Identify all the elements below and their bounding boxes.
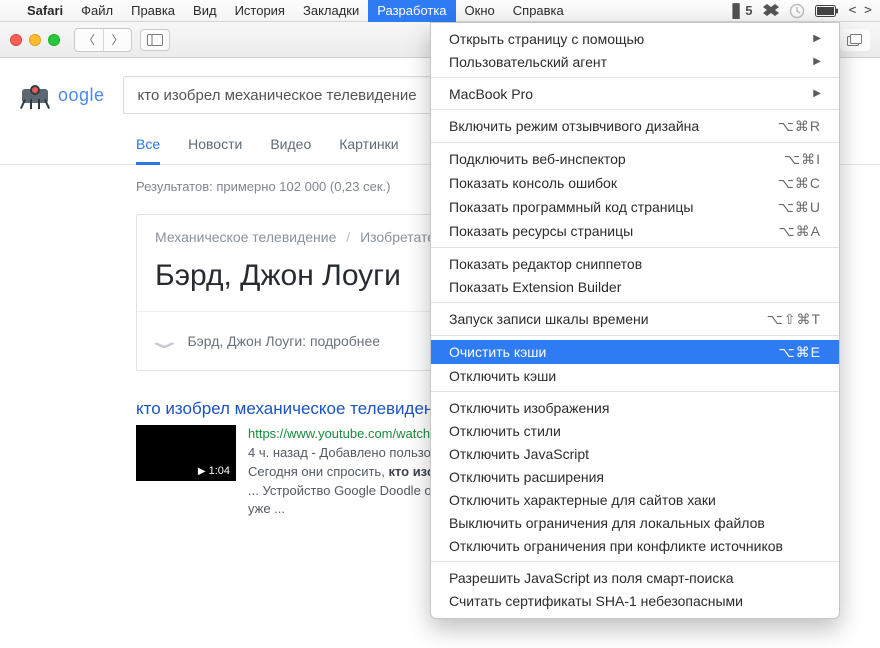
- menu-view[interactable]: Вид: [184, 0, 226, 22]
- time-machine-icon[interactable]: [789, 3, 805, 19]
- window-minimize-button[interactable]: [29, 34, 41, 46]
- tab-all[interactable]: Все: [136, 136, 160, 165]
- menu-shortcut: ⌥⌘R: [778, 118, 821, 135]
- menu-item[interactable]: Считать сертификаты SHA-1 небезопасными: [431, 589, 839, 612]
- submenu-arrow-icon: ▶: [813, 56, 821, 67]
- menu-shortcut: ⌥⌘I: [784, 151, 821, 168]
- develop-menu-dropdown: Открыть страницу с помощью▶Пользовательс…: [430, 22, 840, 619]
- menu-item[interactable]: Отключить расширения: [431, 465, 839, 488]
- menu-shortcut: ⌥⌘U: [778, 199, 821, 216]
- menu-item[interactable]: Подключить веб-инспектор⌥⌘I: [431, 147, 839, 171]
- window-close-button[interactable]: [10, 34, 22, 46]
- menu-item[interactable]: Отключить стили: [431, 419, 839, 442]
- menu-item[interactable]: Выключить ограничения для локальных файл…: [431, 511, 839, 534]
- sidebar-toggle-button[interactable]: [140, 29, 170, 51]
- tab-images[interactable]: Картинки: [339, 136, 398, 165]
- menu-item[interactable]: Включить режим отзывчивого дизайна⌥⌘R: [431, 114, 839, 138]
- adobe-status-icon[interactable]: ▐▌5: [728, 3, 753, 18]
- menu-item[interactable]: Очистить кэши⌥⌘E: [431, 340, 839, 364]
- menu-shortcut: ⌥⌘E: [779, 344, 821, 361]
- dropbox-icon[interactable]: [763, 4, 779, 18]
- menu-window[interactable]: Окно: [456, 0, 504, 22]
- tab-news[interactable]: Новости: [188, 136, 242, 165]
- menu-history[interactable]: История: [226, 0, 294, 22]
- doodle-camera-icon: [18, 81, 52, 109]
- breadcrumb-item[interactable]: Механическое телевидение: [155, 229, 336, 245]
- menu-item[interactable]: Показать ресурсы страницы⌥⌘A: [431, 219, 839, 243]
- menu-bookmarks[interactable]: Закладки: [294, 0, 368, 22]
- menu-item[interactable]: Открыть страницу с помощью▶: [431, 27, 839, 50]
- menu-item[interactable]: Разрешить JavaScript из поля смарт-поиск…: [431, 566, 839, 589]
- play-icon: ▶: [198, 466, 206, 477]
- menu-item[interactable]: Показать программный код страницы⌥⌘U: [431, 195, 839, 219]
- menu-item[interactable]: Отключить кэши: [431, 364, 839, 387]
- nav-forward-button[interactable]: 〉: [103, 29, 131, 51]
- code-icon[interactable]: < >: [849, 3, 872, 18]
- chevron-down-icon: ⌄: [144, 328, 185, 354]
- video-duration: 1:04: [209, 465, 230, 477]
- menu-item[interactable]: Запуск записи шкалы времени⌥⇧⌘T: [431, 307, 839, 331]
- menu-item[interactable]: Пользовательский агент▶: [431, 50, 839, 73]
- submenu-arrow-icon: ▶: [813, 88, 821, 99]
- menu-item[interactable]: Отключить JavaScript: [431, 442, 839, 465]
- menu-edit[interactable]: Правка: [122, 0, 184, 22]
- menu-shortcut: ⌥⌘A: [779, 223, 821, 240]
- menu-item[interactable]: Показать консоль ошибок⌥⌘C: [431, 171, 839, 195]
- result-title-link[interactable]: кто изобрел механическое телевидение: [136, 399, 452, 418]
- menu-help[interactable]: Справка: [504, 0, 573, 22]
- card-expand-label: Бэрд, Джон Лоуги: подробнее: [187, 333, 380, 349]
- menu-item[interactable]: Отключить характерные для сайтов хаки: [431, 488, 839, 511]
- breadcrumb-sep: /: [340, 229, 356, 245]
- menu-shortcut: ⌥⇧⌘T: [767, 311, 821, 328]
- battery-icon[interactable]: [815, 5, 839, 17]
- menu-item[interactable]: Показать редактор сниппетов: [431, 252, 839, 275]
- menu-app[interactable]: Safari: [18, 0, 72, 22]
- video-thumbnail[interactable]: ▶1:04: [136, 425, 236, 481]
- logo-text: oogle: [58, 85, 105, 106]
- menu-develop[interactable]: Разработка: [368, 0, 455, 22]
- window-controls: [10, 34, 60, 46]
- menu-item[interactable]: MacBook Pro▶: [431, 82, 839, 105]
- nav-back-forward: 〈 〉: [74, 28, 132, 52]
- nav-back-button[interactable]: 〈: [75, 29, 103, 51]
- window-zoom-button[interactable]: [48, 34, 60, 46]
- menu-item[interactable]: Отключить ограничения при конфликте исто…: [431, 534, 839, 557]
- menubar-status-area: ▐▌5 < >: [728, 3, 872, 19]
- mac-menubar: Safari Файл Правка Вид История Закладки …: [0, 0, 880, 22]
- menu-shortcut: ⌥⌘C: [778, 175, 821, 192]
- menu-file[interactable]: Файл: [72, 0, 122, 22]
- menu-item[interactable]: Отключить изображения: [431, 396, 839, 419]
- menu-item[interactable]: Показать Extension Builder: [431, 275, 839, 298]
- tabs-overview-button[interactable]: [840, 29, 870, 51]
- google-doodle-logo[interactable]: oogle: [18, 81, 105, 109]
- tab-video[interactable]: Видео: [270, 136, 311, 165]
- submenu-arrow-icon: ▶: [813, 33, 821, 44]
